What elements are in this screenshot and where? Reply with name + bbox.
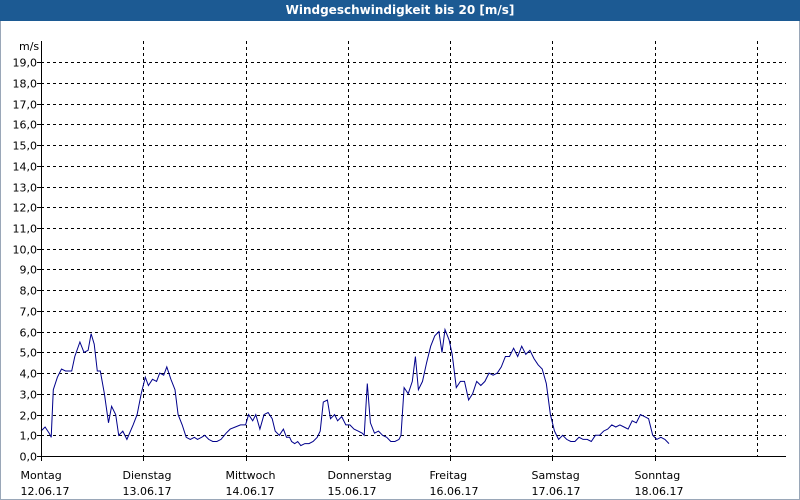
wind-speed-chart: 0,0 1,0 2,0 3,0 4,0 5,0 6,0 7,0 8,0 9,0 10,0 11,0 12… — [13, 40, 786, 498]
x-tick-day-label: Dienstag — [123, 469, 172, 482]
y-tick-label: 0,0 — [20, 451, 38, 464]
y-tick-label: 11,0 — [13, 223, 38, 236]
y-tick-label: 7,0 — [20, 306, 38, 319]
plot-background — [41, 41, 786, 456]
x-tick-date-label: 13.06.17 — [123, 485, 172, 498]
y-tick-label: 15,0 — [13, 140, 38, 153]
y-tick-label: 2,0 — [20, 410, 38, 423]
x-tick-day-label: Freitag — [430, 469, 468, 482]
y-tick-label: 19,0 — [13, 57, 38, 70]
x-tick-day-label: Mittwoch — [226, 469, 276, 482]
y-axis-unit-label: m/s — [19, 40, 39, 53]
y-tick-label: 8,0 — [20, 285, 38, 298]
y-tick-label: 12,0 — [13, 202, 38, 215]
y-tick-label: 10,0 — [13, 244, 38, 257]
y-tick-label: 13,0 — [13, 182, 38, 195]
x-tick-date-label: 16.06.17 — [430, 485, 479, 498]
y-tick-label: 14,0 — [13, 161, 38, 174]
x-tick-date-label: 12.06.17 — [21, 485, 70, 498]
y-axis-ticks: 0,0 1,0 2,0 3,0 4,0 5,0 6,0 7,0 8,0 9,0 10,0 11,0 12… — [13, 57, 41, 464]
x-tick-day-label: Samstag — [532, 469, 580, 482]
y-tick-label: 3,0 — [20, 389, 38, 402]
y-tick-label: 9,0 — [20, 264, 38, 277]
y-tick-label: 17,0 — [13, 99, 38, 112]
x-tick-day-label: Donnerstag — [328, 469, 392, 482]
x-tick-date-label: 17.06.17 — [532, 485, 581, 498]
y-tick-label: 18,0 — [13, 78, 38, 91]
x-tick-date-label: 18.06.17 — [635, 485, 684, 498]
y-tick-label: 5,0 — [20, 347, 38, 360]
window-title: Windgeschwindigkeit bis 20 [m/s] — [0, 0, 800, 21]
x-axis-ticks: Montag 12.06.17 Dienstag 13.06.17 Mittwoch 14… — [21, 456, 684, 498]
y-tick-label: 1,0 — [20, 430, 38, 443]
x-tick-date-label: 14.06.17 — [226, 485, 275, 498]
x-tick-date-label: 15.06.17 — [328, 485, 377, 498]
x-tick-day-label: Montag — [21, 469, 62, 482]
y-tick-label: 16,0 — [13, 119, 38, 132]
y-tick-label: 6,0 — [20, 327, 38, 340]
x-tick-day-label: Sonntag — [635, 469, 681, 482]
y-tick-label: 4,0 — [20, 368, 38, 381]
